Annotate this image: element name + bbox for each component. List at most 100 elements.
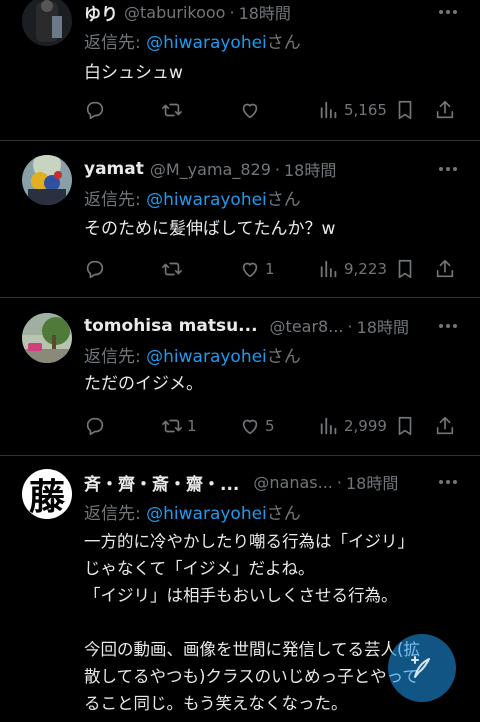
- like-button[interactable]: [239, 96, 265, 124]
- more-icon[interactable]: [436, 312, 460, 340]
- bookmark-icon: [398, 100, 412, 120]
- like-button[interactable]: 1: [239, 255, 275, 283]
- reply-icon: [86, 101, 104, 120]
- reply-to-line: 返信先: @hiwarayoheiさん: [84, 185, 301, 210]
- reply-suffix: さん: [266, 504, 301, 524]
- text-line: 「イジリ」は相手もおいしくさせる行為。: [84, 586, 398, 605]
- tweet-1[interactable]: ゆり @taburikooo · 18時間 返信先: @hiwarayoheiさ…: [0, 0, 480, 140]
- text-line: 一方的に冷やかしたり嘲る行為は「イジリ」: [84, 532, 414, 551]
- like-button[interactable]: 5: [239, 412, 275, 440]
- like-count: 5: [265, 417, 275, 435]
- like-count: 1: [265, 260, 275, 278]
- display-name[interactable]: tomohisa matsu...: [84, 316, 258, 336]
- bookmark-button[interactable]: [394, 255, 416, 283]
- tweet-header: yamat @M_yama_829 · 18時間: [84, 155, 460, 183]
- compose-button[interactable]: [388, 634, 456, 702]
- reply-prefix: 返信先:: [84, 33, 147, 53]
- display-name[interactable]: 斉・齊・斎・齋・...: [84, 470, 239, 495]
- mention-link[interactable]: @hiwarayohei: [146, 190, 267, 210]
- retweet-count: 1: [187, 417, 197, 435]
- reply-to-line: 返信先: @hiwarayoheiさん: [84, 28, 301, 53]
- reply-suffix: さん: [266, 33, 301, 53]
- reply-button[interactable]: [84, 96, 110, 124]
- reply-button[interactable]: [84, 255, 110, 283]
- tweet-header: 斉・齊・斎・齋・... @nanas... · 18時間: [84, 468, 460, 496]
- tweet-text: そのために髪伸ばしてたんか？w: [84, 219, 336, 239]
- reply-to-line: 返信先: @hiwarayoheiさん: [84, 499, 301, 524]
- user-handle[interactable]: @taburikooo: [124, 3, 225, 22]
- user-handle[interactable]: @tear8...: [270, 317, 344, 336]
- more-icon[interactable]: [436, 0, 460, 26]
- like-icon: [242, 419, 258, 435]
- timestamp[interactable]: 18時間: [346, 470, 398, 494]
- avatar[interactable]: 藤: [22, 469, 72, 519]
- views-button[interactable]: 5,165: [318, 96, 387, 124]
- retweet-button[interactable]: [161, 255, 187, 283]
- compose-icon: [411, 656, 430, 678]
- share-icon: [436, 100, 454, 119]
- bookmark-button[interactable]: [394, 412, 416, 440]
- retweet-button[interactable]: 1: [161, 412, 197, 440]
- views-icon: [320, 101, 337, 119]
- like-icon: [242, 103, 258, 119]
- separator-dot: ·: [229, 2, 235, 22]
- timestamp[interactable]: 18時間: [239, 0, 291, 24]
- more-icon[interactable]: [436, 468, 460, 496]
- share-button[interactable]: [434, 96, 456, 124]
- views-count: 5,165: [344, 101, 387, 119]
- avatar[interactable]: [22, 313, 72, 363]
- tweet-text: 白シュシュw: [84, 63, 183, 83]
- reply-prefix: 返信先:: [84, 347, 147, 367]
- views-icon: [320, 260, 337, 278]
- action-bar: 1 9,223: [84, 255, 460, 283]
- views-count: 2,999: [344, 417, 387, 435]
- retweet-icon: [162, 419, 182, 433]
- retweet-button[interactable]: [161, 96, 187, 124]
- reply-suffix: さん: [266, 190, 301, 210]
- share-icon: [436, 416, 454, 435]
- share-button[interactable]: [434, 255, 456, 283]
- views-button[interactable]: 2,999: [318, 412, 387, 440]
- separator-dot: ·: [274, 159, 280, 179]
- retweet-icon: [162, 262, 182, 276]
- user-handle[interactable]: @nanas...: [253, 473, 332, 492]
- user-handle[interactable]: @M_yama_829: [150, 160, 271, 179]
- avatar-image: [22, 155, 72, 205]
- avatar-character: 藤: [28, 476, 65, 518]
- reply-icon: [86, 417, 104, 436]
- timestamp[interactable]: 18時間: [284, 157, 336, 181]
- bookmark-button[interactable]: [394, 96, 416, 124]
- share-icon: [436, 259, 454, 278]
- display-name[interactable]: ゆり: [84, 0, 118, 25]
- action-bar: 5,165: [84, 96, 460, 124]
- text-line: [84, 609, 462, 636]
- reply-suffix: さん: [266, 347, 301, 367]
- views-button[interactable]: 9,223: [318, 255, 387, 283]
- tweet-3[interactable]: tomohisa matsu... @tear8... · 18時間 返信先: …: [0, 298, 480, 454]
- display-name[interactable]: yamat: [84, 159, 144, 179]
- more-icon[interactable]: [436, 155, 460, 183]
- tweet-2[interactable]: yamat @M_yama_829 · 18時間 返信先: @hiwarayoh…: [0, 141, 480, 297]
- tweet-text: ただのイジメ。: [84, 374, 203, 394]
- tweet-header: tomohisa matsu... @tear8... · 18時間: [84, 312, 460, 340]
- like-icon: [242, 262, 258, 278]
- reply-button[interactable]: [84, 412, 110, 440]
- reply-prefix: 返信先:: [84, 190, 147, 210]
- retweet-icon: [162, 103, 182, 117]
- timestamp[interactable]: 18時間: [357, 314, 409, 338]
- reply-prefix: 返信先:: [84, 504, 147, 524]
- avatar-image: [22, 0, 72, 46]
- separator-dot: ·: [336, 472, 342, 492]
- mention-link[interactable]: @hiwarayohei: [146, 33, 267, 53]
- avatar[interactable]: [22, 0, 72, 46]
- avatar-image: [22, 313, 72, 363]
- tweet-header: ゆり @taburikooo · 18時間: [84, 0, 460, 26]
- bookmark-icon: [398, 416, 412, 436]
- mention-link[interactable]: @hiwarayohei: [146, 504, 267, 524]
- views-icon: [320, 417, 337, 435]
- views-count: 9,223: [344, 260, 387, 278]
- mention-link[interactable]: @hiwarayohei: [146, 347, 267, 367]
- avatar[interactable]: [22, 155, 72, 205]
- reply-to-line: 返信先: @hiwarayoheiさん: [84, 342, 301, 367]
- share-button[interactable]: [434, 412, 456, 440]
